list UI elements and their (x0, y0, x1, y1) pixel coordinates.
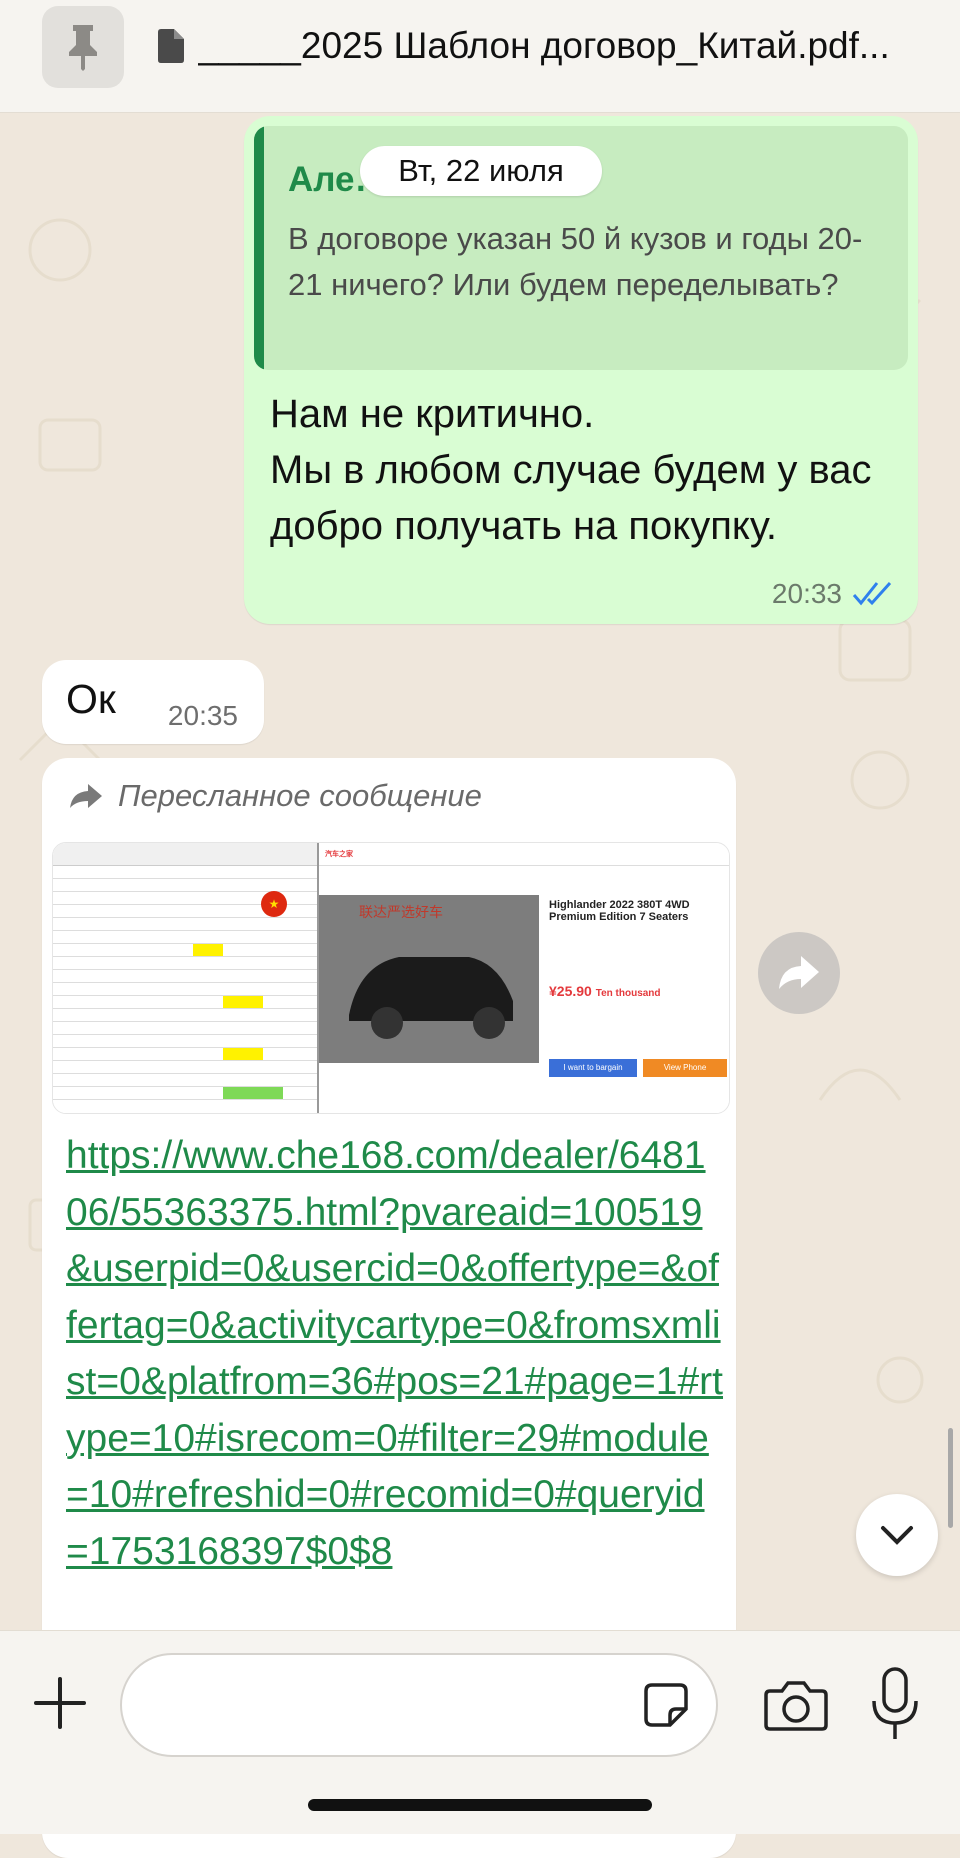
quote-accent-bar (254, 126, 264, 370)
microphone-icon[interactable] (870, 1667, 920, 1743)
listing-bargain-button: I want to bargain (549, 1059, 637, 1077)
share-forward-icon (779, 956, 819, 989)
spreadsheet-thumbnail: ★ (53, 843, 319, 1113)
listing-phone-button: View Phone (643, 1059, 727, 1077)
forwarded-label-text: Пересланное сообщение (118, 778, 482, 813)
message-time: 20:33 (771, 578, 842, 609)
quote-text: В договоре указан 50 й кузов и годы 20-2… (288, 221, 863, 302)
china-flag-icon: ★ (261, 891, 287, 917)
message-time: 20:35 (167, 700, 238, 731)
listing-title: Highlander 2022 380T 4WD Premium Edition… (549, 899, 690, 923)
listing-price: ¥25.90 Ten thousand (549, 983, 661, 999)
scrollbar-thumb[interactable] (948, 1428, 953, 1528)
composer-bar (0, 1630, 960, 1834)
message-link[interactable]: https://www.che168.com/dealer/648106/553… (66, 1128, 726, 1580)
pinned-message-bar[interactable]: _____2025 Шаблон договор_Китай.pdf... (0, 0, 960, 113)
read-ticks-icon (852, 581, 892, 606)
message-meta: 20:33 (772, 578, 894, 610)
pinned-file-title[interactable]: _____2025 Шаблон договор_Китай.pdf... (156, 24, 936, 68)
sticker-icon[interactable] (642, 1681, 690, 1729)
car-listing-thumbnail: 汽车之家 联达严选好车 Highlander 2022 380T 4WD Pre… (319, 843, 729, 1113)
pin-button[interactable] (42, 6, 124, 88)
scroll-to-bottom-button[interactable] (856, 1494, 938, 1576)
camera-icon[interactable] (764, 1675, 828, 1735)
date-separator: Вт, 22 июля (360, 146, 602, 196)
forward-arrow-icon (70, 784, 102, 808)
incoming-message[interactable]: Ок 20:35 (42, 660, 264, 744)
car-photo: 联达严选好车 (319, 895, 539, 1063)
listing-price-value: ¥25.90 (549, 983, 592, 999)
forwarded-label: Пересланное сообщение (68, 778, 482, 814)
document-icon (158, 29, 184, 63)
pinned-file-name: _____2025 Шаблон договор_Китай.pdf... (198, 25, 890, 66)
screenshot-preview-image[interactable]: ★ 汽车之家 联达严选好车 Highlander 2022 380T 4WD P… (52, 842, 730, 1114)
pin-icon (69, 25, 97, 71)
message-text: Ок (66, 676, 116, 722)
message-text: Нам не критично. Мы в любом случае будем… (270, 392, 872, 548)
chevron-down-icon (881, 1526, 913, 1545)
home-indicator (308, 1799, 652, 1811)
svg-text:联达严选好车: 联达严选好车 (359, 904, 443, 921)
listing-price-unit: Ten thousand (595, 988, 661, 999)
plus-icon[interactable] (32, 1675, 88, 1731)
share-forward-button[interactable] (758, 932, 840, 1014)
message-input[interactable] (120, 1653, 718, 1757)
